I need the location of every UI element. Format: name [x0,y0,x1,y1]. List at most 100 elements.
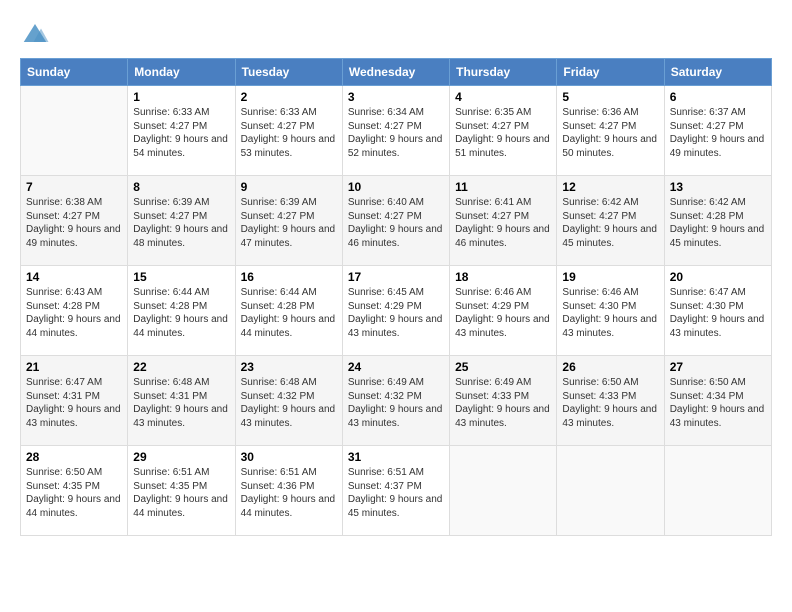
day-number: 29 [133,450,229,464]
weekday-sunday: Sunday [21,59,128,86]
calendar-cell: 26 Sunrise: 6:50 AMSunset: 4:33 PMDayligh… [557,356,664,446]
day-info: Sunrise: 6:39 AMSunset: 4:27 PMDaylight:… [133,196,229,250]
calendar-cell: 27 Sunrise: 6:50 AMSunset: 4:34 PMDayligh… [664,356,771,446]
calendar-cell: 18Sunrise: 6:46 AMSunset: 4:29 PMDayligh… [450,266,557,356]
calendar-cell [450,446,557,536]
day-info: Sunrise: 6:48 AMSunset: 4:31 PMDaylight:… [133,376,229,430]
day-info: Sunrise: 6:45 AMSunset: 4:29 PMDaylight:… [348,286,444,340]
day-info: Sunrise: 6:46 AMSunset: 4:30 PMDaylight:… [562,286,658,340]
week-row-4: 21Sunrise: 6:47 AMSunset: 4:31 PMDayligh… [21,356,772,446]
calendar-cell [21,86,128,176]
day-number: 23 [241,360,337,374]
day-number: 25 [455,360,551,374]
calendar-cell: 5Sunrise: 6:36 AMSunset: 4:27 PMDaylight… [557,86,664,176]
day-number: 21 [26,360,122,374]
week-row-2: 7 Sunrise: 6:38 AMSunset: 4:27 PMDaylight… [21,176,772,266]
calendar-cell: 13 Sunrise: 6:42 AMSunset: 4:28 PMDayligh… [664,176,771,266]
day-number: 26 [562,360,658,374]
day-number: 12 [562,180,658,194]
day-info: Sunrise: 6:33 AMSunset: 4:27 PMDaylight:… [241,106,337,160]
calendar-cell: 7 Sunrise: 6:38 AMSunset: 4:27 PMDaylight… [21,176,128,266]
day-number: 14 [26,270,122,284]
day-number: 30 [241,450,337,464]
calendar-cell: 6 Sunrise: 6:37 AMSunset: 4:27 PMDaylight… [664,86,771,176]
day-number: 20 [670,270,766,284]
logo [20,18,54,48]
day-number: 17 [348,270,444,284]
page: SundayMondayTuesdayWednesdayThursdayFrid… [0,0,792,612]
calendar-cell: 1 Sunrise: 6:33 AMSunset: 4:27 PMDaylight… [128,86,235,176]
calendar-cell [664,446,771,536]
day-number: 7 [26,180,122,194]
calendar-cell: 12 Sunrise: 6:42 AMSunset: 4:27 PMDayligh… [557,176,664,266]
calendar-cell: 3 Sunrise: 6:34 AMSunset: 4:27 PMDaylight… [342,86,449,176]
day-number: 6 [670,90,766,104]
day-info: Sunrise: 6:51 AMSunset: 4:35 PMDaylight:… [133,466,229,520]
day-info: Sunrise: 6:50 AMSunset: 4:35 PMDaylight:… [26,466,122,520]
day-number: 13 [670,180,766,194]
calendar-cell: 23 Sunrise: 6:48 AMSunset: 4:32 PMDayligh… [235,356,342,446]
day-number: 5 [562,90,658,104]
day-info: Sunrise: 6:33 AMSunset: 4:27 PMDaylight:… [133,106,229,160]
day-info: Sunrise: 6:34 AMSunset: 4:27 PMDaylight:… [348,106,444,160]
week-row-5: 28 Sunrise: 6:50 AMSunset: 4:35 PMDayligh… [21,446,772,536]
calendar-cell: 28 Sunrise: 6:50 AMSunset: 4:35 PMDayligh… [21,446,128,536]
day-info: Sunrise: 6:49 AMSunset: 4:33 PMDaylight:… [455,376,551,430]
calendar-cell: 22Sunrise: 6:48 AMSunset: 4:31 PMDayligh… [128,356,235,446]
calendar-cell: 15Sunrise: 6:44 AMSunset: 4:28 PMDayligh… [128,266,235,356]
calendar-cell: 10Sunrise: 6:40 AMSunset: 4:27 PMDayligh… [342,176,449,266]
day-number: 16 [241,270,337,284]
day-info: Sunrise: 6:48 AMSunset: 4:32 PMDaylight:… [241,376,337,430]
day-info: Sunrise: 6:50 AMSunset: 4:33 PMDaylight:… [562,376,658,430]
day-number: 8 [133,180,229,194]
day-info: Sunrise: 6:37 AMSunset: 4:27 PMDaylight:… [670,106,766,160]
day-number: 19 [562,270,658,284]
weekday-thursday: Thursday [450,59,557,86]
day-number: 31 [348,450,444,464]
day-number: 15 [133,270,229,284]
day-info: Sunrise: 6:51 AMSunset: 4:36 PMDaylight:… [241,466,337,520]
weekday-monday: Monday [128,59,235,86]
calendar-cell: 8 Sunrise: 6:39 AMSunset: 4:27 PMDaylight… [128,176,235,266]
day-number: 28 [26,450,122,464]
day-number: 27 [670,360,766,374]
day-info: Sunrise: 6:49 AMSunset: 4:32 PMDaylight:… [348,376,444,430]
day-number: 2 [241,90,337,104]
day-info: Sunrise: 6:47 AMSunset: 4:30 PMDaylight:… [670,286,766,340]
weekday-saturday: Saturday [664,59,771,86]
day-info: Sunrise: 6:42 AMSunset: 4:27 PMDaylight:… [562,196,658,250]
calendar-cell: 24Sunrise: 6:49 AMSunset: 4:32 PMDayligh… [342,356,449,446]
calendar-cell: 19 Sunrise: 6:46 AMSunset: 4:30 PMDayligh… [557,266,664,356]
weekday-wednesday: Wednesday [342,59,449,86]
day-number: 11 [455,180,551,194]
calendar-table: SundayMondayTuesdayWednesdayThursdayFrid… [20,58,772,536]
weekday-friday: Friday [557,59,664,86]
calendar-cell: 20 Sunrise: 6:47 AMSunset: 4:30 PMDayligh… [664,266,771,356]
day-info: Sunrise: 6:50 AMSunset: 4:34 PMDaylight:… [670,376,766,430]
week-row-3: 14Sunrise: 6:43 AMSunset: 4:28 PMDayligh… [21,266,772,356]
logo-icon [20,18,50,48]
calendar-cell: 21Sunrise: 6:47 AMSunset: 4:31 PMDayligh… [21,356,128,446]
day-info: Sunrise: 6:39 AMSunset: 4:27 PMDaylight:… [241,196,337,250]
calendar-cell: 17 Sunrise: 6:45 AMSunset: 4:29 PMDayligh… [342,266,449,356]
day-number: 3 [348,90,444,104]
day-info: Sunrise: 6:38 AMSunset: 4:27 PMDaylight:… [26,196,122,250]
calendar-cell: 14Sunrise: 6:43 AMSunset: 4:28 PMDayligh… [21,266,128,356]
day-number: 4 [455,90,551,104]
day-info: Sunrise: 6:51 AMSunset: 4:37 PMDaylight:… [348,466,444,520]
day-info: Sunrise: 6:41 AMSunset: 4:27 PMDaylight:… [455,196,551,250]
calendar-cell: 2 Sunrise: 6:33 AMSunset: 4:27 PMDaylight… [235,86,342,176]
day-info: Sunrise: 6:42 AMSunset: 4:28 PMDaylight:… [670,196,766,250]
header [20,18,772,48]
calendar-cell: 4 Sunrise: 6:35 AMSunset: 4:27 PMDaylight… [450,86,557,176]
day-number: 10 [348,180,444,194]
weekday-header-row: SundayMondayTuesdayWednesdayThursdayFrid… [21,59,772,86]
calendar-cell: 31 Sunrise: 6:51 AMSunset: 4:37 PMDayligh… [342,446,449,536]
day-number: 9 [241,180,337,194]
calendar-cell: 25 Sunrise: 6:49 AMSunset: 4:33 PMDayligh… [450,356,557,446]
day-number: 1 [133,90,229,104]
calendar-cell: 29 Sunrise: 6:51 AMSunset: 4:35 PMDayligh… [128,446,235,536]
calendar-cell: 11 Sunrise: 6:41 AMSunset: 4:27 PMDayligh… [450,176,557,266]
day-info: Sunrise: 6:35 AMSunset: 4:27 PMDaylight:… [455,106,551,160]
calendar-cell [557,446,664,536]
